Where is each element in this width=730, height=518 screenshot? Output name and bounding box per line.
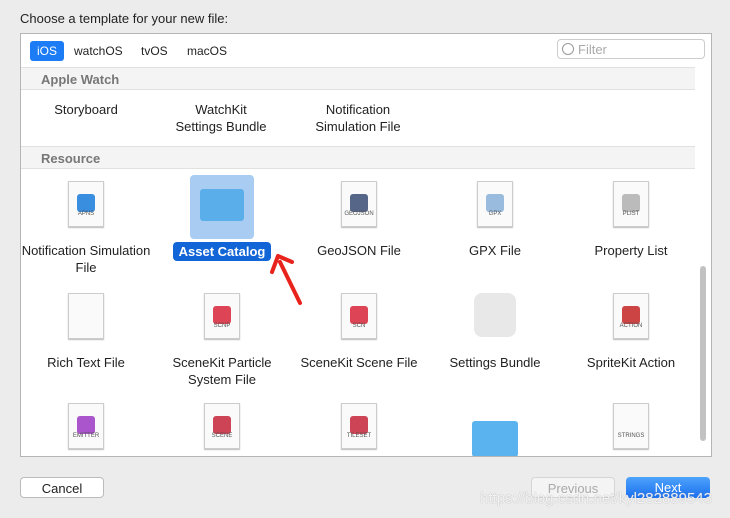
red-arrow-annotation (270, 254, 302, 305)
template-label: GeoJSON File (317, 243, 401, 258)
document-icon (68, 293, 104, 339)
template-item[interactable]: GPX GPX File (427, 179, 563, 284)
template-label: Settings Bundle (449, 355, 541, 370)
dialog-title: Choose a template for your new file: (20, 11, 229, 26)
template-item[interactable]: APNS Notification Simulation File (21, 179, 154, 284)
document-icon: SCENE (204, 403, 240, 449)
document-icon: STRINGS (613, 403, 649, 449)
template-watchkit-settings-bundle[interactable]: WatchKit Settings Bundle (153, 101, 289, 135)
folder-icon (472, 421, 518, 456)
template-item[interactable]: SCN SceneKit Scene File (291, 291, 427, 396)
scrollbar[interactable] (700, 266, 706, 441)
template-label: GPX File (468, 243, 521, 258)
document-icon: APNS (68, 181, 104, 227)
document-icon: GPX (477, 181, 513, 227)
template-label: SceneKit Scene File (300, 355, 418, 370)
template-item[interactable]: GEOJSON GeoJSON File (291, 179, 427, 284)
template-item[interactable]: PLIST Property List (563, 179, 699, 284)
document-icon: TILESET (341, 403, 377, 449)
document-icon: SCN (341, 293, 377, 339)
template-label: SceneKit Particle System File (172, 355, 272, 387)
template-notification-simulation-file[interactable]: Notification Simulation File (290, 101, 426, 135)
section-header-apple-watch: Apple Watch (21, 67, 695, 90)
template-storyboard[interactable]: Storyboard (21, 101, 154, 118)
template-label: Notification Simulation File (21, 243, 151, 275)
section-header-resource: Resource (21, 146, 695, 169)
document-icon: PLIST (613, 181, 649, 227)
template-item[interactable]: STRINGS (563, 401, 699, 456)
template-browser: iOS watchOS tvOS macOS Filter Apple Watc… (20, 33, 712, 457)
document-icon: GEOJSON (341, 181, 377, 227)
tab-ios[interactable]: iOS (30, 41, 65, 61)
watermark: https://blog.csdn.net/kyl282889543 (480, 490, 712, 507)
template-label: SpriteKit Action (586, 355, 676, 370)
tab-tvos[interactable]: tvOS (134, 41, 175, 61)
document-icon: SCNP (204, 293, 240, 339)
template-item[interactable]: EMITTER (21, 401, 154, 456)
document-icon: EMITTER (68, 403, 104, 449)
tab-macos[interactable]: macOS (180, 41, 234, 61)
settings-bundle-icon (474, 293, 516, 337)
asset-catalog-folder-icon (190, 175, 254, 239)
filter-input[interactable]: Filter (557, 39, 705, 59)
template-label: Property List (594, 243, 668, 258)
template-item[interactable] (427, 401, 563, 456)
tab-watchos[interactable]: watchOS (67, 41, 130, 61)
filter-icon (562, 43, 574, 55)
template-item[interactable]: Rich Text File (21, 291, 154, 396)
document-icon: ACTION (613, 293, 649, 339)
template-item[interactable]: ACTION SpriteKit Action (563, 291, 699, 396)
cancel-button[interactable]: Cancel (20, 477, 104, 498)
template-item[interactable]: TILESET (291, 401, 427, 456)
template-item[interactable]: Settings Bundle (427, 291, 563, 396)
template-item[interactable]: SCENE (154, 401, 290, 456)
template-label: Rich Text File (47, 355, 125, 370)
